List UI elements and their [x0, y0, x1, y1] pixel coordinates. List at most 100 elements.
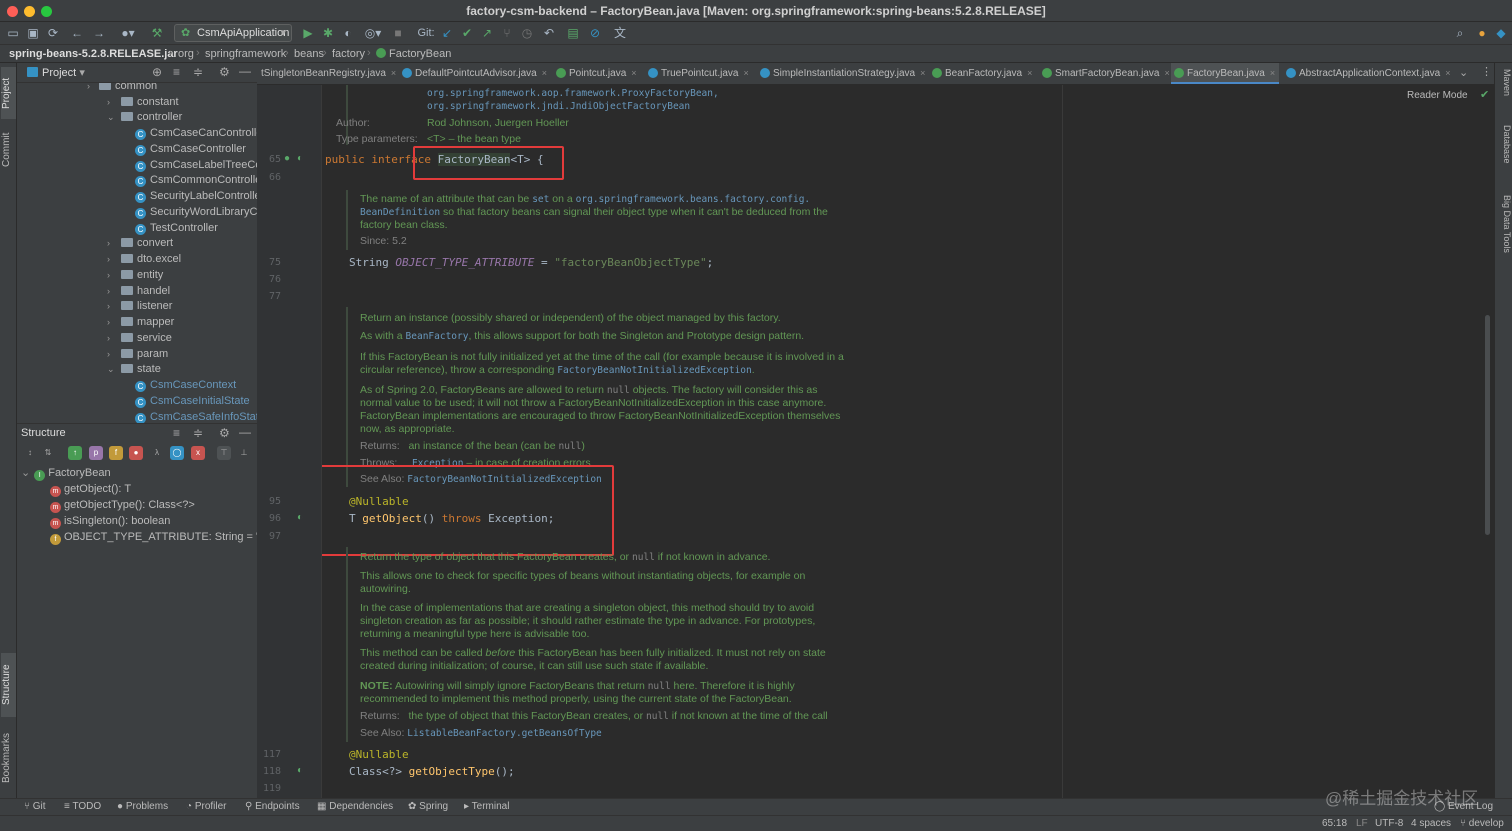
implemented-icon[interactable]: ◐ — [297, 765, 303, 776]
close-tab-icon[interactable]: × — [631, 68, 636, 78]
implemented-icon[interactable]: ◐ — [297, 512, 303, 523]
search-icon[interactable]: ⌕ — [1453, 25, 1467, 41]
tree-item-entity[interactable]: › entity — [107, 267, 163, 283]
breadcrumb-springframework[interactable]: springframework — [205, 48, 286, 60]
tab-simple-instantiation-strategy[interactable]: SimpleInstantiationStrategy.java × — [757, 63, 925, 84]
expand-all-icon[interactable]: ≡ — [173, 65, 180, 79]
tree-item-mapper[interactable]: › mapper — [107, 314, 174, 330]
indent-setting[interactable]: 4 spaces — [1411, 818, 1451, 829]
spring-tool-button[interactable]: ✿ Spring — [408, 801, 448, 812]
translate-icon[interactable]: 文 — [612, 25, 628, 41]
big-data-tools-tab[interactable]: Big Data Tools — [1497, 195, 1512, 253]
hide-panel-icon[interactable]: — — [239, 425, 251, 439]
gear-icon[interactable]: ⚙ — [219, 426, 230, 440]
breadcrumb-jar[interactable]: spring-beans-5.2.8.RELEASE.jar — [9, 48, 178, 60]
show-non-public-icon[interactable]: ● — [129, 446, 143, 460]
close-tab-icon[interactable]: × — [391, 68, 396, 78]
tab-bean-factory[interactable]: BeanFactory.java × — [929, 63, 1037, 84]
sync-icon[interactable]: ⟳ — [46, 25, 60, 41]
git-update-icon[interactable]: ↙ — [440, 25, 454, 41]
tab-list-chevron-icon[interactable]: ⌄ — [1459, 66, 1468, 79]
problems-tool-button[interactable]: ● Problems — [117, 801, 168, 812]
tab-smart-factory-bean[interactable]: SmartFactoryBean.java × — [1039, 63, 1170, 84]
tree-item-class[interactable]: C CsmCaseCanControlle — [135, 125, 257, 141]
open-folder-icon[interactable]: ▭ — [6, 25, 20, 41]
show-exceptions-icon[interactable]: x — [191, 446, 205, 460]
implemented-icon[interactable]: ● — [284, 153, 290, 164]
close-tab-icon[interactable]: × — [920, 68, 925, 78]
sort-alphabetically-icon[interactable]: ⇅ — [41, 446, 55, 460]
terminal-icon[interactable]: ▤ — [566, 25, 580, 41]
close-tab-icon[interactable]: × — [1445, 68, 1450, 78]
forward-arrow-icon[interactable]: → — [92, 25, 106, 41]
tree-item-convert[interactable]: › convert — [107, 235, 173, 251]
close-tab-icon[interactable]: × — [1165, 68, 1170, 78]
debug-icon[interactable]: ✱ — [321, 25, 335, 41]
git-tool-button[interactable]: ⑂ Git — [24, 801, 46, 812]
tab-abstract-application-context[interactable]: AbstractApplicationContext.java × — [1283, 63, 1459, 84]
history-icon[interactable]: ◷ — [520, 25, 534, 41]
tree-item-class[interactable]: C SecurityLabelControlle — [135, 188, 257, 204]
run-configuration-select[interactable]: ✿ CsmApiApplication ▾ — [174, 24, 292, 42]
structure-member-item[interactable]: m getObject(): T — [50, 482, 131, 497]
project-tool-tab[interactable]: Project — [1, 67, 16, 119]
reader-mode-button[interactable]: Reader Mode — [1407, 90, 1468, 101]
tree-item-dto-excel[interactable]: › dto.excel — [107, 251, 181, 267]
endpoints-tool-button[interactable]: ⚲ Endpoints — [245, 801, 300, 812]
breadcrumb-beans[interactable]: beans — [294, 48, 324, 60]
back-arrow-icon[interactable]: ← — [70, 25, 84, 41]
tree-item-class[interactable]: C TestController — [135, 220, 218, 236]
tree-item-class[interactable]: C CsmCaseSafeInfoState — [135, 409, 257, 423]
locate-target-icon[interactable]: ⊕ — [152, 65, 162, 79]
profiler-tool-button[interactable]: ◔ Profiler — [186, 801, 227, 812]
tab-default-pointcut-advisor[interactable]: DefaultPointcutAdvisor.java × — [399, 63, 549, 84]
tree-item-class[interactable]: C CsmCaseController — [135, 141, 246, 157]
doc-link[interactable]: org.springframework.beans.factory.config… — [576, 194, 811, 205]
collapse-all-icon[interactable]: ≑ — [193, 426, 203, 440]
tab-pointcut[interactable]: Pointcut.java × — [553, 63, 641, 84]
structure-member-item[interactable]: f OBJECT_TYPE_ATTRIBUTE: String = " — [50, 530, 257, 545]
git-merge-icon[interactable]: ⑂ — [500, 25, 514, 41]
implemented-icon[interactable]: ◐ — [297, 153, 303, 164]
tree-item-class[interactable]: C CsmCaseLabelTreeCo — [135, 157, 257, 173]
git-commit-icon[interactable]: ✔ — [460, 25, 474, 41]
tree-item-common[interactable]: › common — [87, 83, 157, 94]
git-branch-widget[interactable]: ⑂ develop — [1460, 818, 1504, 829]
tab-factory-bean[interactable]: FactoryBean.java × — [1171, 63, 1279, 84]
inspection-ok-icon[interactable]: ✔ — [1480, 88, 1489, 101]
run-icon[interactable]: ▶ — [301, 25, 315, 41]
tab-true-pointcut[interactable]: TruePointcut.java × — [645, 63, 753, 84]
show-anonymous-icon[interactable]: ◯ — [170, 446, 184, 460]
tree-item-class[interactable]: C SecurityWordLibraryC — [135, 204, 257, 220]
code-editor[interactable]: Reader Mode ✔ org.springframework.aop.fr… — [322, 85, 1494, 798]
tree-item-state[interactable]: ⌄ state — [107, 361, 161, 377]
close-tab-icon[interactable]: × — [743, 68, 748, 78]
commit-tool-tab[interactable]: Commit — [1, 125, 16, 175]
close-tab-icon[interactable]: × — [1027, 68, 1032, 78]
gear-icon[interactable]: ⚙ — [219, 65, 230, 79]
close-tab-icon[interactable]: × — [542, 68, 547, 78]
stop-icon[interactable]: ■ — [392, 25, 404, 41]
tree-item-handel[interactable]: › handel — [107, 283, 170, 299]
collapse-all-icon[interactable]: ≑ — [193, 65, 203, 79]
power-save-icon[interactable]: ⊘ — [588, 25, 602, 41]
tree-item-controller[interactable]: ⌄ controller — [107, 109, 182, 125]
file-encoding[interactable]: UTF-8 — [1375, 818, 1403, 829]
update-icon[interactable]: ● — [1475, 25, 1489, 41]
sort-by-visibility-icon[interactable]: ↕ — [23, 446, 37, 460]
dependencies-tool-button[interactable]: ▦ Dependencies — [317, 801, 393, 812]
doc-link[interactable]: FactoryBeanNotInitializedException — [557, 365, 751, 376]
tree-item-constant[interactable]: › constant — [107, 94, 179, 110]
todo-tool-button[interactable]: ≡ TODO — [64, 801, 101, 812]
close-tab-icon[interactable]: × — [1270, 68, 1275, 78]
tree-item-class[interactable]: C CsmCommonControlle — [135, 172, 257, 188]
user-icon[interactable]: ●▾ — [117, 25, 139, 41]
vertical-scrollbar[interactable] — [1485, 315, 1490, 535]
show-fields-icon[interactable]: f — [109, 446, 123, 460]
doc-see-ref[interactable]: org.springframework.aop.framework.ProxyF… — [427, 87, 917, 100]
bookmarks-tool-tab[interactable]: Bookmarks — [1, 725, 16, 791]
project-view-select[interactable]: Project ▾ — [42, 66, 85, 79]
more-options-icon[interactable]: ⋮ — [1481, 65, 1492, 78]
doc-link[interactable]: ListableBeanFactory.getBeansOfType — [407, 728, 601, 739]
tree-item-param[interactable]: › param — [107, 346, 168, 362]
